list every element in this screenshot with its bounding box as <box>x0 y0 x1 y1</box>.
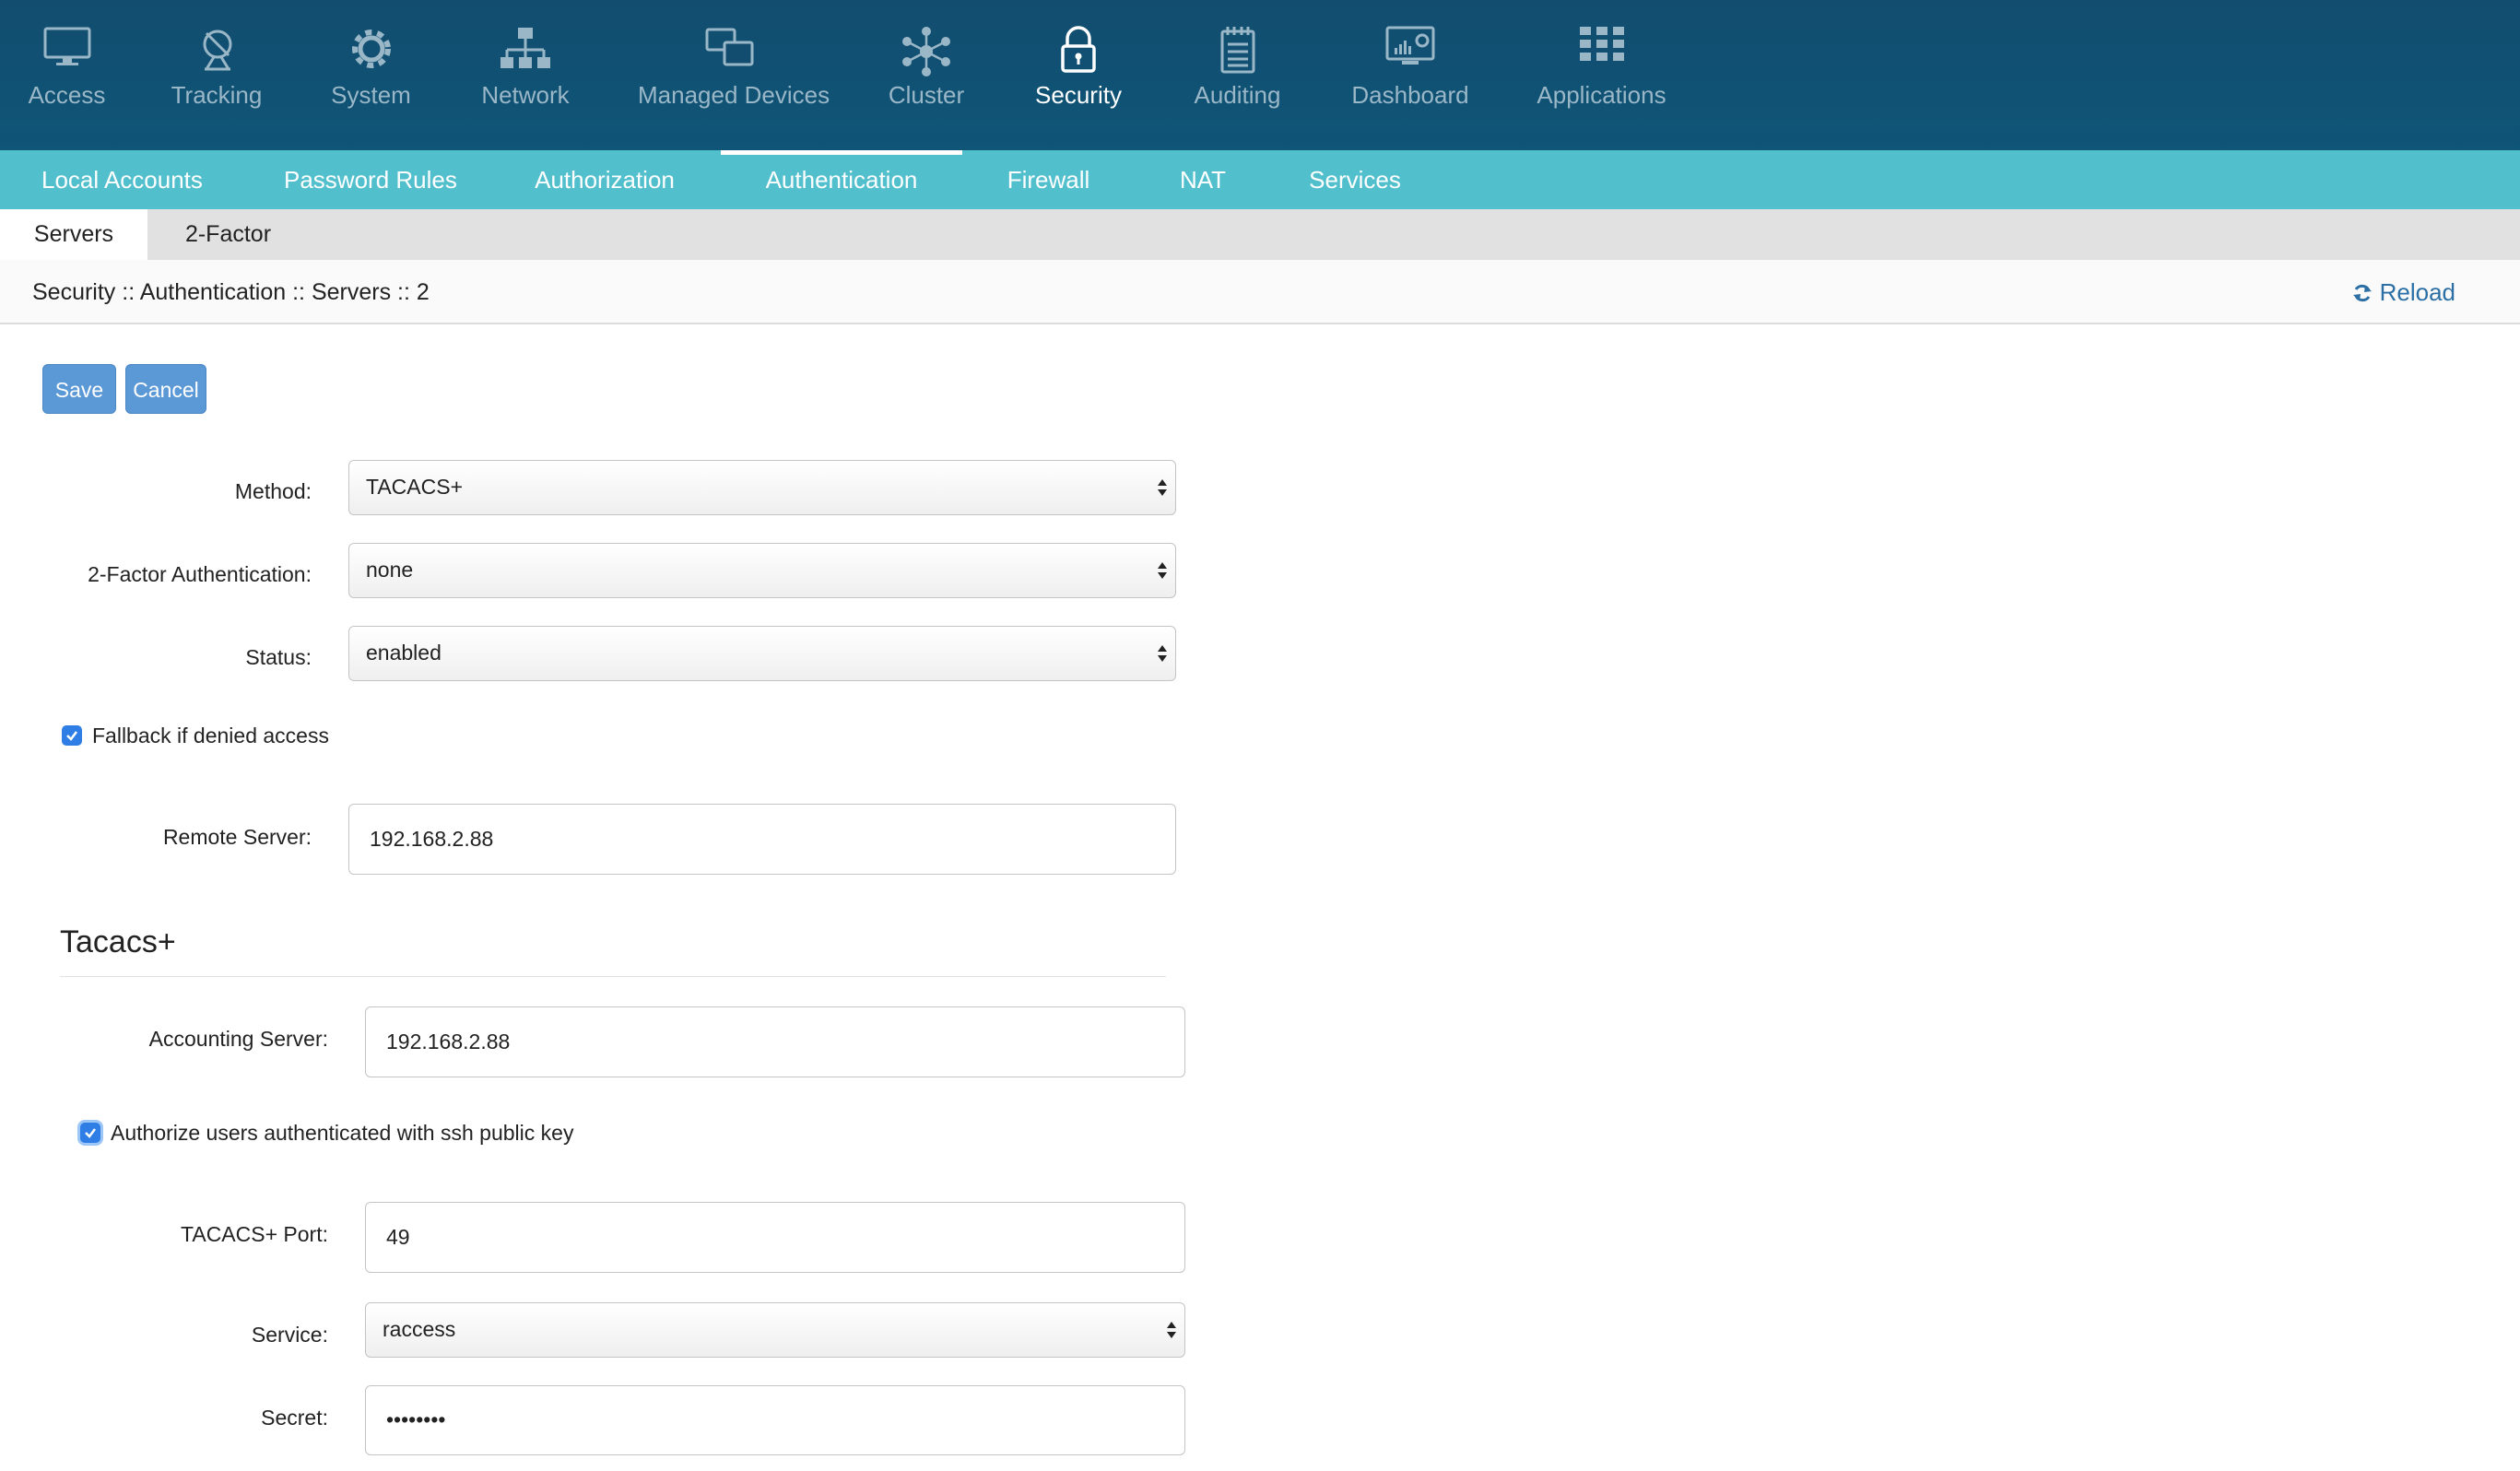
cluster-icon <box>902 27 950 76</box>
subnav-item-services[interactable]: Services <box>1309 150 1401 209</box>
select-arrows-icon <box>1158 562 1167 579</box>
nav-item-dashboard[interactable]: Dashboard <box>1337 0 1484 150</box>
method-value: TACACS+ <box>366 475 464 499</box>
subnav-item-local-accounts[interactable]: Local Accounts <box>41 150 203 209</box>
status-select[interactable]: enabled <box>348 626 1176 681</box>
save-button[interactable]: Save <box>42 364 116 414</box>
subnav-item-password-rules[interactable]: Password Rules <box>284 150 457 209</box>
fallback-label: Fallback if denied access <box>92 724 329 747</box>
two-factor-select[interactable]: none <box>348 543 1176 598</box>
method-select[interactable]: TACACS+ <box>348 460 1176 515</box>
nav-item-network[interactable]: Network <box>465 0 585 150</box>
grid-icon <box>1579 27 1624 61</box>
fallback-checkbox[interactable] <box>62 725 82 746</box>
network-icon <box>500 28 550 68</box>
secret-input[interactable]: •••••••• <box>365 1385 1185 1455</box>
notepad-icon <box>1220 27 1254 74</box>
nav-item-applications[interactable]: Applications <box>1530 0 1673 150</box>
sub-navigation: Local Accounts Password Rules Authorizat… <box>0 150 2520 209</box>
tab-strip: Servers 2-Factor <box>0 209 2520 260</box>
cancel-button[interactable]: Cancel <box>125 364 206 414</box>
remote-server-label: Remote Server: <box>162 825 312 849</box>
nav-item-security[interactable]: Security <box>1023 0 1134 150</box>
authorize-ssh-label: Authorize users authenticated with ssh p… <box>111 1121 574 1145</box>
two-factor-label: 2-Factor Authentication: <box>88 562 312 586</box>
divider <box>60 976 1166 977</box>
nav-item-cluster[interactable]: Cluster <box>876 0 977 150</box>
service-label: Service: <box>251 1323 328 1347</box>
nav-label: Tracking <box>171 81 263 109</box>
accounting-server-label: Accounting Server: <box>148 1027 328 1051</box>
monitor-icon <box>43 27 90 65</box>
breadcrumb: Security :: Authentication :: Servers ::… <box>32 279 430 305</box>
status-value: enabled <box>366 641 442 665</box>
select-arrows-icon <box>1158 645 1167 662</box>
reload-button[interactable]: Reload <box>2352 260 2455 324</box>
devices-icon <box>705 28 754 66</box>
checkmark-icon <box>66 731 77 741</box>
nav-item-managed-devices[interactable]: Managed Devices <box>638 0 830 150</box>
nav-label: Managed Devices <box>638 81 830 109</box>
service-value: raccess <box>383 1317 456 1341</box>
status-label: Status: <box>245 645 312 669</box>
tacacs-port-input[interactable]: 49 <box>365 1202 1185 1273</box>
select-arrows-icon <box>1158 479 1167 496</box>
gear-icon <box>351 29 391 68</box>
satellite-icon <box>203 29 232 71</box>
accounting-server-input[interactable]: 192.168.2.88 <box>365 1006 1185 1077</box>
nav-item-tracking[interactable]: Tracking <box>161 0 272 150</box>
dashboard-icon <box>1385 26 1435 65</box>
nav-label: Access <box>28 81 106 109</box>
subnav-item-authorization[interactable]: Authorization <box>533 150 677 209</box>
breadcrumb-bar: Security :: Authentication :: Servers ::… <box>0 260 2520 324</box>
secret-label: Secret: <box>261 1406 328 1430</box>
refresh-icon <box>2352 284 2372 302</box>
tab-2-factor[interactable]: 2-Factor <box>161 209 295 260</box>
top-navigation: Access Tracking System Network Managed D… <box>0 0 2520 150</box>
two-factor-value: none <box>366 558 414 582</box>
nav-item-auditing[interactable]: Auditing <box>1180 0 1295 150</box>
select-arrows-icon <box>1167 1322 1176 1338</box>
authorize-ssh-checkbox[interactable] <box>80 1123 100 1143</box>
nav-label: Network <box>481 81 570 109</box>
section-title: Tacacs+ <box>60 924 176 959</box>
reload-label: Reload <box>2379 278 2455 306</box>
lock-icon <box>1061 26 1096 73</box>
tab-servers[interactable]: Servers <box>0 209 147 260</box>
nav-label: Security <box>1035 81 1122 109</box>
subnav-item-firewall[interactable]: Firewall <box>1005 150 1092 209</box>
tacacs-port-label: TACACS+ Port: <box>181 1222 328 1246</box>
checkmark-icon <box>85 1128 96 1138</box>
method-label: Method: <box>234 479 312 503</box>
nav-label: System <box>331 81 411 109</box>
nav-item-system[interactable]: System <box>318 0 424 150</box>
nav-item-access[interactable]: Access <box>9 0 124 150</box>
subnav-item-nat[interactable]: NAT <box>1175 150 1231 209</box>
remote-server-input[interactable]: 192.168.2.88 <box>348 804 1176 875</box>
nav-label: Auditing <box>1194 81 1281 109</box>
nav-label: Cluster <box>888 81 965 109</box>
nav-label: Dashboard <box>1351 81 1469 109</box>
nav-label: Applications <box>1537 81 1666 109</box>
subnav-item-authentication[interactable]: Authentication <box>721 150 962 209</box>
service-select[interactable]: raccess <box>365 1302 1185 1358</box>
